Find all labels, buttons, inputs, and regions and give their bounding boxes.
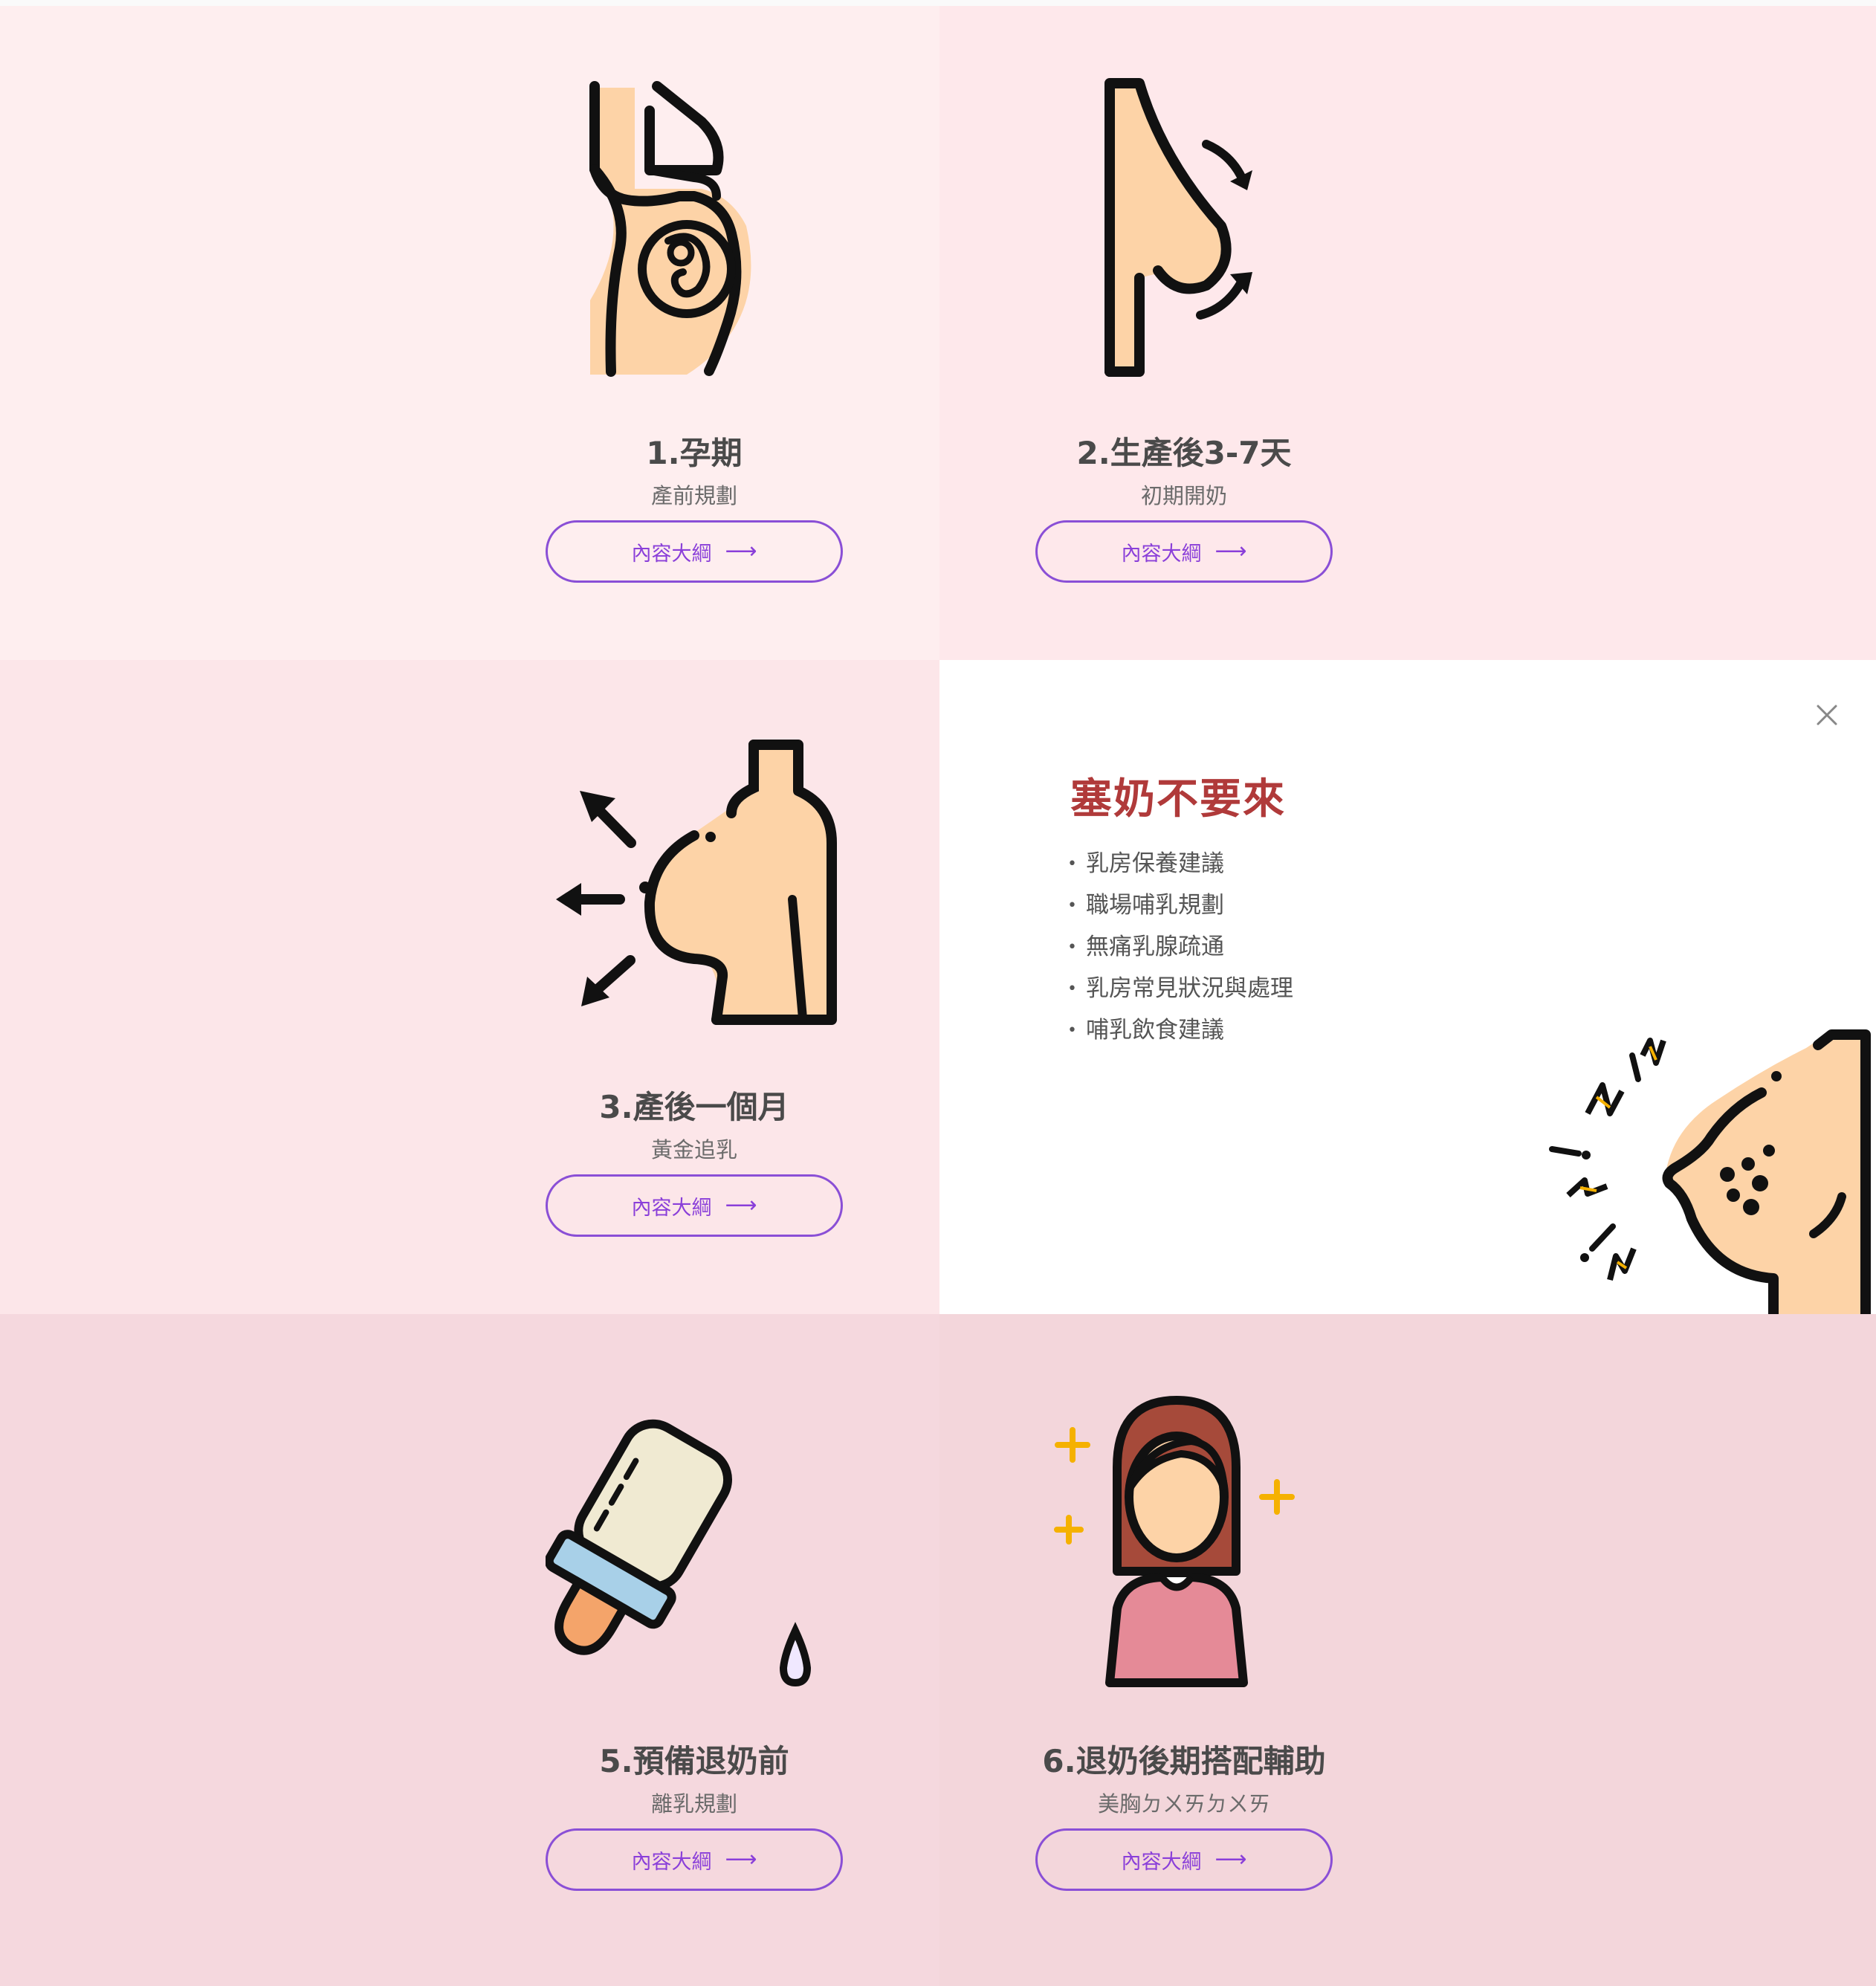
list-item: 職場哺乳規劃	[1067, 887, 1293, 929]
button-label: 內容大綱	[1121, 1850, 1202, 1874]
list-item: 乳房保養建議	[1067, 846, 1293, 887]
top-strip	[0, 0, 1876, 6]
card-subtitle: 美胸ㄉㄨㄞㄉㄨㄞ	[1097, 1791, 1270, 1817]
button-label: 內容大綱	[631, 542, 712, 566]
outline-button[interactable]: 內容大綱 ⟶	[546, 1828, 843, 1891]
breast-growth-icon	[1104, 78, 1252, 377]
pregnant-belly-icon	[589, 81, 751, 377]
card-subtitle: 產前規劃	[650, 483, 737, 508]
card-subtitle: 黃金追乳	[650, 1137, 737, 1162]
arrow-right-icon: ⟶	[1214, 1846, 1247, 1872]
arrow-right-icon: ⟶	[1214, 538, 1247, 564]
outline-button[interactable]: 內容大綱 ⟶	[546, 520, 843, 583]
button-label: 內容大綱	[631, 1850, 712, 1874]
woman-avatar-icon	[1054, 1396, 1295, 1687]
arrow-right-icon: ⟶	[725, 1192, 757, 1218]
popup-list: 乳房保養建議 職場哺乳規劃 無痛乳腺疏通 乳房常見狀況與處理 哺乳飲食建議	[1067, 846, 1293, 1054]
card-subtitle: 初期開奶	[1140, 483, 1227, 508]
arrow-right-icon: ⟶	[725, 538, 757, 564]
card-subtitle: 離乳規劃	[650, 1791, 737, 1817]
button-label: 內容大綱	[631, 1196, 712, 1220]
arrow-right-icon: ⟶	[725, 1846, 757, 1872]
outline-button[interactable]: 內容大綱 ⟶	[1035, 1828, 1333, 1891]
list-item: 乳房常見狀況與處理	[1067, 971, 1293, 1012]
card-title: 1.孕期	[646, 435, 743, 471]
baby-bottle-icon	[546, 1419, 812, 1687]
card-title: 6.退奶後期搭配輔助	[1042, 1743, 1326, 1779]
card-title: 5.預備退奶前	[599, 1743, 789, 1779]
card-title: 2.生產後3-7天	[1076, 435, 1292, 471]
outline-button[interactable]: 內容大綱 ⟶	[546, 1174, 843, 1237]
engorged-breast-icon	[1549, 1029, 1871, 1314]
button-label: 內容大綱	[1121, 542, 1202, 566]
breast-expanding-icon	[556, 740, 837, 1025]
list-item: 哺乳飲食建議	[1067, 1012, 1293, 1054]
card-title: 3.產後一個月	[599, 1089, 789, 1125]
list-item: 無痛乳腺疏通	[1067, 929, 1293, 971]
popup-title: 塞奶不要來	[1070, 775, 1286, 824]
close-icon[interactable]	[1814, 702, 1840, 728]
outline-button[interactable]: 內容大綱 ⟶	[1035, 520, 1333, 583]
